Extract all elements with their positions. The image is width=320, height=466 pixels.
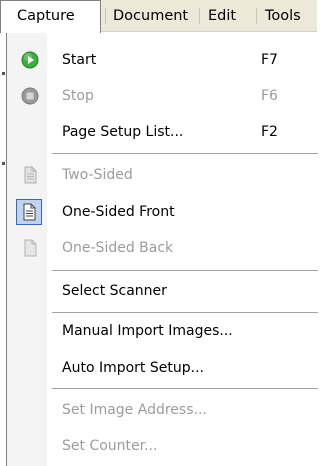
two-sided-page-icon [24, 166, 37, 184]
menu-separator [52, 388, 318, 390]
menu-item-label: Manual Import Images... [62, 323, 233, 339]
play-icon [21, 51, 39, 69]
menu-separator [52, 312, 318, 314]
menu-item-one-sided-front[interactable]: One-Sided Front [7, 196, 318, 228]
menu-item-label: Auto Import Setup... [62, 360, 204, 376]
menubar-divider [256, 8, 257, 24]
capture-dropdown-menu: Start F7 Stop F6 Page Setup List... F2 T… [6, 32, 318, 466]
menubar-capture[interactable]: Capture [0, 0, 101, 33]
menubar-tools[interactable]: Tools [265, 0, 301, 32]
menu-item-label: Page Setup List... [62, 124, 184, 140]
menu-item-label: Select Scanner [62, 283, 167, 299]
menubar-edit[interactable]: Edit [208, 0, 236, 32]
menu-item-label: One-Sided Back [62, 240, 174, 256]
one-sided-back-page-icon [24, 239, 37, 257]
menu-bar: Capture Document Edit Tools [0, 0, 317, 33]
menu-item-label: Stop [62, 88, 94, 104]
menu-item-set-counter[interactable]: Set Counter... [7, 430, 318, 462]
menu-item-start[interactable]: Start F7 [7, 44, 318, 76]
menubar-document[interactable]: Document [113, 0, 188, 32]
menu-item-label: Two-Sided [62, 167, 133, 183]
menu-item-two-sided[interactable]: Two-Sided [7, 159, 318, 191]
menu-item-manual-import-images[interactable]: Manual Import Images... [7, 315, 318, 347]
one-sided-front-page-icon [23, 203, 36, 221]
menu-item-label: One-Sided Front [62, 204, 175, 220]
stop-icon [21, 87, 39, 105]
menu-item-stop[interactable]: Stop F6 [7, 80, 318, 112]
menu-item-auto-import-setup[interactable]: Auto Import Setup... [7, 352, 318, 384]
menu-item-label: Set Image Address... [62, 402, 207, 418]
menu-item-page-setup-list[interactable]: Page Setup List... F2 [7, 116, 318, 148]
menu-separator [52, 153, 318, 155]
menu-item-label: Set Counter... [62, 438, 158, 454]
menubar-divider [105, 8, 106, 24]
menu-item-set-image-address[interactable]: Set Image Address... [7, 394, 318, 426]
menu-item-label: Start [62, 52, 97, 68]
menubar-divider [199, 8, 200, 24]
menu-item-one-sided-back[interactable]: One-Sided Back [7, 232, 318, 264]
menu-item-shortcut: F6 [261, 88, 278, 104]
menu-item-shortcut: F2 [261, 124, 278, 140]
menu-separator [52, 270, 318, 272]
menu-item-select-scanner[interactable]: Select Scanner [7, 275, 318, 307]
menu-item-shortcut: F7 [261, 52, 278, 68]
